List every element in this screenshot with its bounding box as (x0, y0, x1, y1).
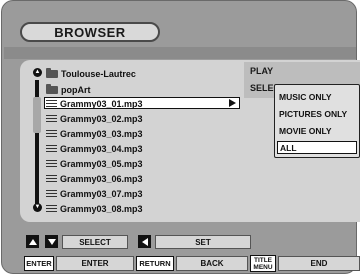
music-file-icon (46, 189, 57, 199)
music-file-icon (46, 129, 57, 139)
filter-menu: MUSIC ONLY PICTURES ONLY MOVIE ONLY ALL (274, 84, 360, 158)
music-file-icon (46, 204, 57, 214)
list-item-file[interactable]: Grammy03_07.mp3 (46, 188, 143, 199)
up-button[interactable] (26, 235, 39, 248)
folder-icon (46, 67, 58, 78)
menu-item-all[interactable]: ALL (277, 141, 357, 154)
back-label: BACK (200, 259, 224, 268)
title-menu-key-line2: MENU (253, 263, 273, 271)
list-item-file[interactable]: Grammy03_08.mp3 (46, 203, 143, 214)
enter-hint: ENTER (56, 256, 134, 271)
play-arrow-icon[interactable] (229, 99, 236, 107)
list-item-label: popArt (61, 84, 91, 95)
list-item-label: Grammy03_06.mp3 (60, 173, 143, 184)
left-button[interactable] (138, 235, 151, 248)
window-title: BROWSER (20, 22, 160, 42)
down-arrow-icon (47, 238, 56, 245)
folder-icon (46, 83, 58, 94)
end-hint: END (278, 256, 360, 271)
music-file-icon (46, 99, 57, 109)
scroll-up-icon[interactable]: ▲ (33, 68, 42, 77)
list-item-folder[interactable]: Toulouse-Lautrec (46, 67, 136, 79)
up-arrow-icon (28, 238, 37, 245)
music-file-icon (46, 174, 57, 184)
title-menu-key[interactable]: TITLE MENU (250, 255, 276, 272)
list-item-label: Grammy03_01.mp3 (60, 98, 143, 109)
list-item-file[interactable]: Grammy03_02.mp3 (46, 113, 143, 124)
enter-key[interactable]: ENTER (24, 256, 54, 271)
end-label: END (310, 259, 328, 268)
title-menu-key-line1: TITLE (253, 256, 273, 264)
music-file-icon (46, 144, 57, 154)
play-option[interactable]: PLAY (250, 66, 273, 76)
menu-item-pictures-only[interactable]: PICTURES ONLY (277, 107, 347, 120)
list-item-label: Toulouse-Lautrec (61, 68, 136, 79)
scroll-down-icon[interactable]: ▼ (33, 203, 42, 212)
back-hint: BACK (176, 256, 248, 271)
list-item-file[interactable]: Grammy03_01.mp3 (46, 98, 143, 109)
set-label: SET (195, 237, 211, 247)
music-file-icon (46, 114, 57, 124)
list-item-label: Grammy03_02.mp3 (60, 113, 143, 124)
enter-label: ENTER (81, 259, 109, 268)
list-item-file[interactable]: Grammy03_03.mp3 (46, 128, 143, 139)
select-label: SELECT (79, 237, 111, 247)
menu-item-music-only[interactable]: MUSIC ONLY (277, 90, 332, 103)
list-item-label: Grammy03_05.mp3 (60, 158, 143, 169)
select-hint: SELECT (62, 235, 128, 249)
set-hint: SET (155, 235, 251, 249)
list-item-file[interactable]: Grammy03_05.mp3 (46, 158, 143, 169)
music-file-icon (46, 159, 57, 169)
menu-item-movie-only[interactable]: MOVIE ONLY (277, 124, 332, 137)
down-button[interactable] (45, 235, 58, 248)
list-item-label: Grammy03_04.mp3 (60, 143, 143, 154)
return-key[interactable]: RETURN (136, 256, 174, 271)
list-item-label: Grammy03_08.mp3 (60, 203, 143, 214)
list-item-folder[interactable]: popArt (46, 83, 91, 95)
list-item-label: Grammy03_03.mp3 (60, 128, 143, 139)
list-item-file[interactable]: Grammy03_04.mp3 (46, 143, 143, 154)
header-strip (4, 47, 356, 59)
window-title-text: BROWSER (54, 24, 126, 40)
list-item-label: Grammy03_07.mp3 (60, 188, 143, 199)
scrollbar-thumb[interactable] (33, 97, 41, 133)
left-arrow-icon (141, 237, 148, 246)
list-item-file[interactable]: Grammy03_06.mp3 (46, 173, 143, 184)
